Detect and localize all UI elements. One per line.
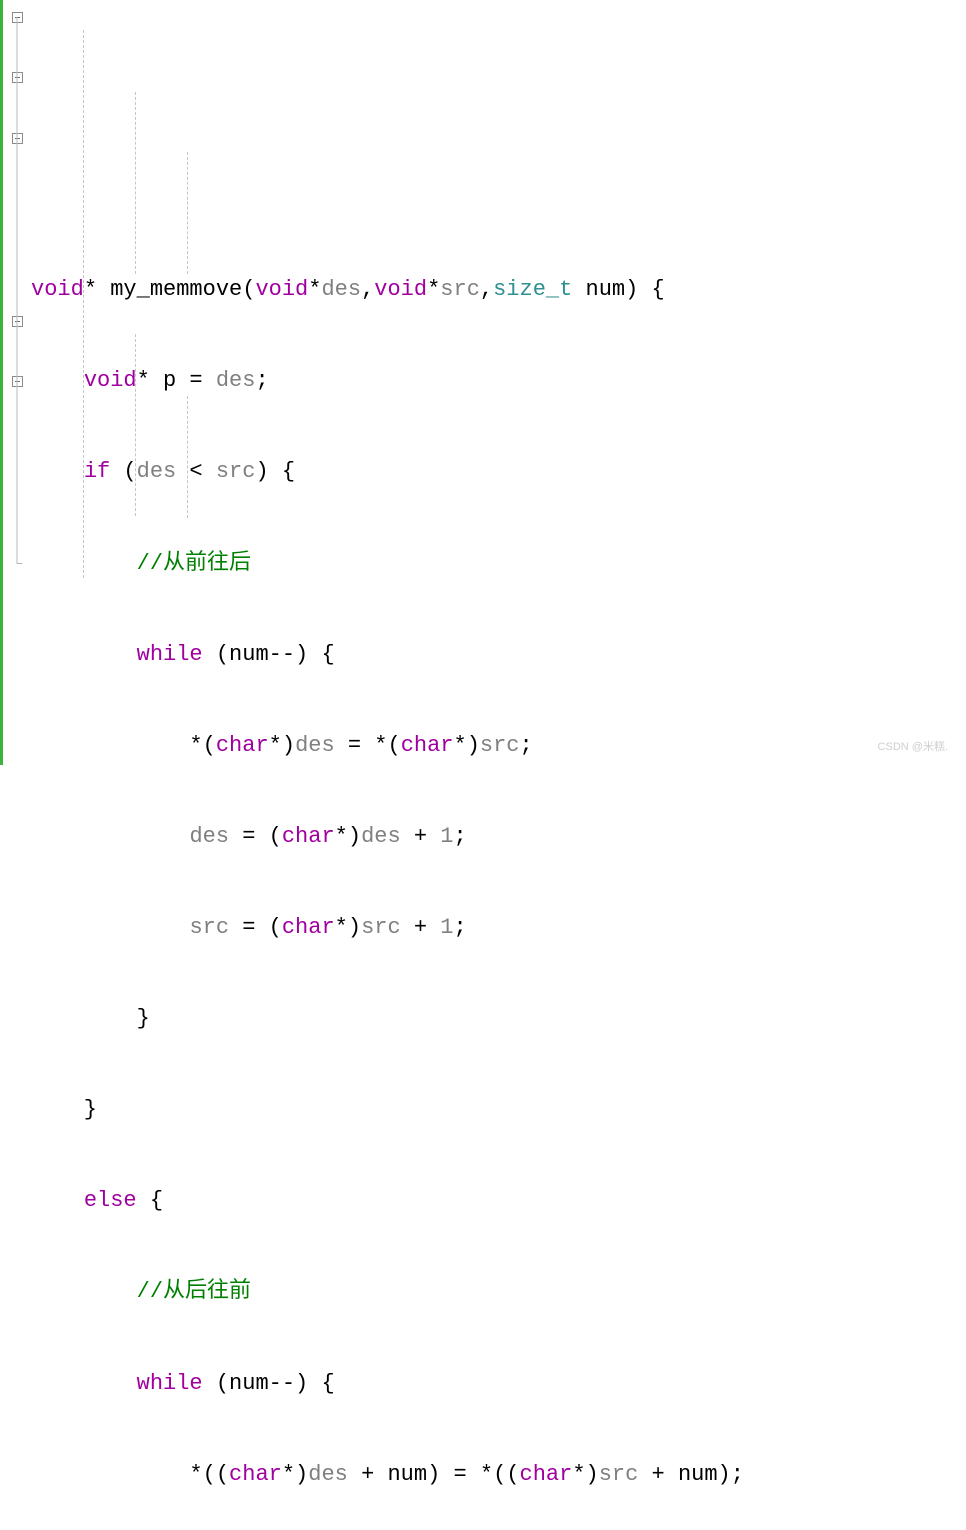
code-line: while (num--) { <box>31 640 966 670</box>
code-line: while (num--) { <box>31 1369 966 1399</box>
fold-gutter <box>3 0 31 765</box>
code-line: if (des < src) { <box>31 457 966 487</box>
code-line: } <box>31 1004 966 1034</box>
watermark: CSDN @米糕. <box>878 740 948 755</box>
code-line: //从后往前 <box>31 1277 966 1307</box>
code-line: } <box>31 1095 966 1125</box>
code-line: else { <box>31 1186 966 1216</box>
code-line: //从前往后 <box>31 549 966 579</box>
code-line: *(char*)des = *(char*)src; <box>31 731 966 761</box>
code-line: void* p = des; <box>31 366 966 396</box>
code-line: void* my_memmove(void*des,void*src,size_… <box>31 275 966 305</box>
code-area[interactable]: void* my_memmove(void*des,void*src,size_… <box>31 0 966 765</box>
code-line: des = (char*)des + 1; <box>31 822 966 852</box>
code-line: *((char*)des + num) = *((char*)src + num… <box>31 1460 966 1490</box>
code-editor: void* my_memmove(void*des,void*src,size_… <box>0 0 966 765</box>
code-line: src = (char*)src + 1; <box>31 913 966 943</box>
